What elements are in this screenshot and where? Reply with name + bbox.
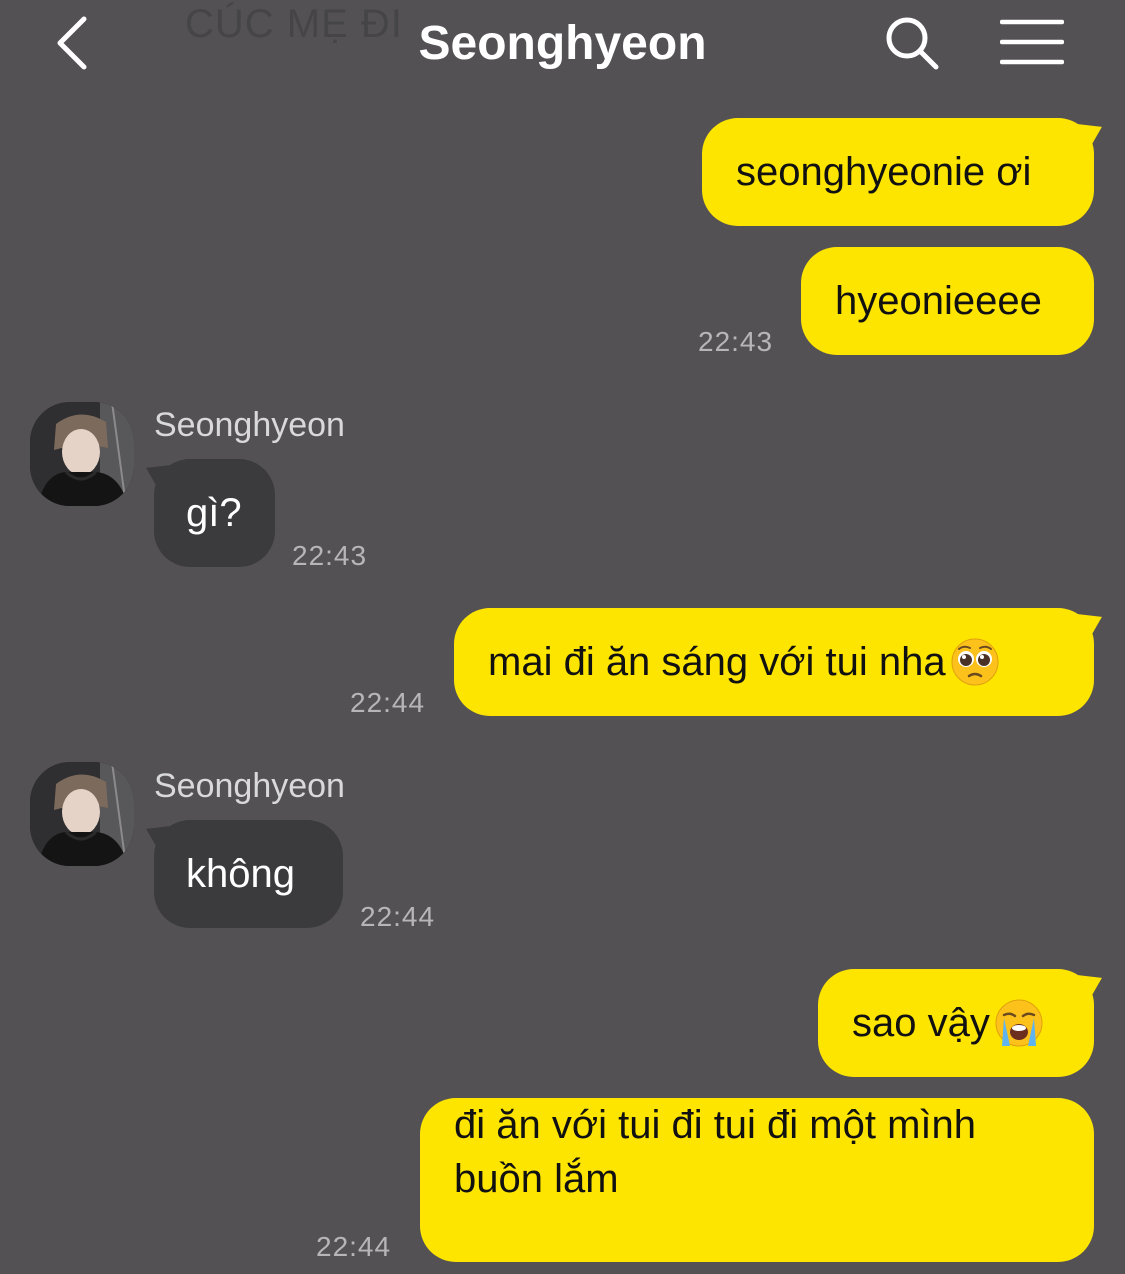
message-timestamp: 22:44	[360, 901, 436, 932]
pleading-face-emoji-icon	[951, 638, 999, 686]
message-text: mai đi ăn sáng với tui nha	[488, 640, 946, 684]
hamburger-menu-icon	[1000, 19, 1064, 65]
message-text: sao vậy	[852, 1001, 990, 1045]
search-button[interactable]	[876, 8, 948, 78]
message-bubble-incoming[interactable]: không	[139, 819, 343, 928]
bubble-tail	[139, 458, 171, 494]
avatar[interactable]	[30, 402, 134, 506]
avatar[interactable]	[30, 762, 134, 866]
bubble-tail	[1077, 968, 1109, 1004]
message-timestamp: 22:43	[292, 540, 368, 571]
message-bubble-outgoing[interactable]: seonghyeonie ơi	[702, 117, 1109, 226]
back-button[interactable]	[40, 8, 104, 78]
message-timestamp: 22:44	[350, 687, 426, 718]
message-bubble-outgoing[interactable]: đi ăn với tui đi tui đi một mình buồn lắ…	[420, 1098, 1094, 1262]
chat-header: CÚC MẸ ĐI Seonghyeon	[0, 0, 1125, 92]
message-bubble-outgoing[interactable]: hyeonieeee	[801, 247, 1094, 355]
message-timestamp: 22:44	[316, 1231, 392, 1262]
message-text: hyeonieeee	[835, 279, 1042, 323]
sender-name: Seonghyeon	[154, 767, 345, 805]
bubble-tail	[139, 819, 171, 855]
message-text: gì?	[186, 491, 242, 535]
message-bubble-incoming[interactable]: gì?	[139, 458, 275, 567]
chat-title: Seonghyeon	[418, 17, 707, 70]
sender-name: Seonghyeon	[154, 406, 345, 444]
search-icon	[886, 17, 939, 70]
avatar-photo-icon	[30, 402, 134, 506]
message-bubble-outgoing[interactable]: mai đi ăn sáng với tui nha	[454, 607, 1109, 716]
faded-background-text: CÚC MẸ ĐI	[185, 2, 403, 46]
avatar-photo-icon	[30, 762, 134, 866]
menu-button[interactable]	[994, 8, 1070, 78]
bubble-tail	[1077, 607, 1109, 643]
bubble-tail	[1077, 117, 1109, 153]
loudly-crying-face-emoji-icon	[995, 999, 1043, 1047]
message-bubble-outgoing[interactable]: sao vậy	[818, 968, 1109, 1077]
message-text: không	[186, 852, 295, 896]
message-timestamp: 22:43	[698, 326, 774, 357]
message-text: đi ăn với tui đi tui đi một mình buồn lắ…	[454, 1103, 977, 1201]
chevron-left-icon	[57, 16, 87, 70]
message-text: seonghyeonie ơi	[736, 150, 1032, 194]
